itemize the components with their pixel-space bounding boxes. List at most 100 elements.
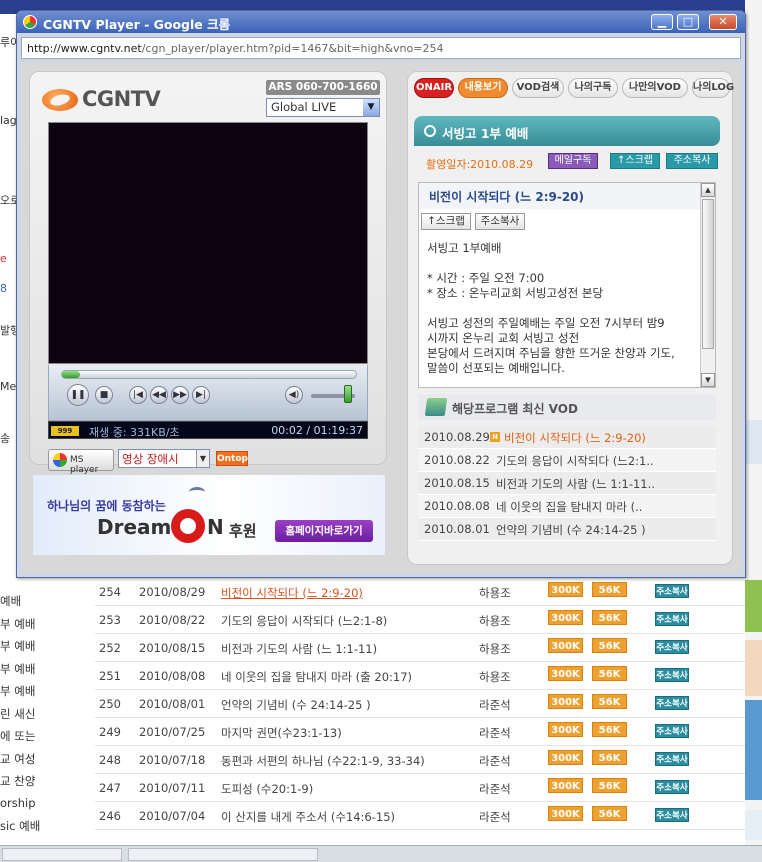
- dream-on-banner[interactable]: 하나님의 꿈에 동참하는 Dream- N 후원 홈페이지바로가기: [33, 475, 385, 555]
- row-title-link[interactable]: 네 이웃의 집을 탐내지 마라 (출 20:17): [221, 669, 412, 685]
- speaker-icon[interactable]: ◀): [285, 386, 303, 404]
- bg-menu-item[interactable]: sic 예배: [0, 815, 90, 838]
- tab-onair[interactable]: ONAIR: [414, 78, 454, 98]
- copy-address-button[interactable]: 주소복사: [655, 668, 689, 682]
- tab-content-view[interactable]: 내용보기: [458, 78, 508, 98]
- maximize-button[interactable]: □: [677, 14, 699, 30]
- vod-list-item[interactable]: 2010.08.29 N 비전이 시작되다 (느 2:9-20): [418, 426, 716, 449]
- vod-list-item[interactable]: 2010.08.01 언약의 기념비 (수 24:14-25 ): [418, 518, 716, 541]
- play-300k-button[interactable]: 300K: [548, 750, 583, 765]
- video-screen[interactable]: [48, 122, 368, 364]
- taskbar-item[interactable]: [2, 848, 122, 861]
- copy-address-button[interactable]: 주소복사: [655, 640, 689, 654]
- row-title-link[interactable]: 기도의 응답이 시작되다 (느2:1-8): [221, 613, 387, 629]
- copy-address-button[interactable]: 주소복사: [666, 153, 718, 169]
- tab-my-vod[interactable]: 나만의VOD: [622, 78, 688, 98]
- scrap-button[interactable]: ↑스크랩: [610, 153, 660, 169]
- row-title-link[interactable]: 동편과 서편의 하나님 (수22:1-9, 33-34): [221, 753, 425, 769]
- play-56k-button[interactable]: 56K: [592, 722, 627, 737]
- chevron-down-icon[interactable]: ▼: [196, 450, 209, 467]
- row-title-link[interactable]: 마지막 권면(수23:1-13): [221, 725, 342, 741]
- description-scrollbar[interactable]: ▲ ▼: [700, 183, 715, 387]
- play-56k-button[interactable]: 56K: [592, 806, 627, 821]
- play-56k-button[interactable]: 56K: [592, 778, 627, 793]
- row-title-link[interactable]: 비전이 시작되다 (느 2:9-20): [221, 585, 363, 601]
- taskbar-item[interactable]: [128, 848, 318, 861]
- ontop-button[interactable]: Ontop: [216, 451, 248, 466]
- ms-player-button[interactable]: MS player: [48, 449, 114, 475]
- channel-select[interactable]: Global LIVE ▼: [266, 98, 380, 117]
- copy-address-button[interactable]: 주소복사: [655, 612, 689, 626]
- pause-button[interactable]: ❚❚: [67, 384, 89, 406]
- play-300k-button[interactable]: 300K: [548, 722, 583, 737]
- bg-menu-item[interactable]: 부 예배: [0, 658, 90, 681]
- cgntv-logo-text: CGNTV: [82, 87, 161, 111]
- play-56k-button[interactable]: 56K: [592, 666, 627, 681]
- bg-menu-item[interactable]: 린 새신: [0, 703, 90, 726]
- bg-menu-item[interactable]: 부 예배: [0, 635, 90, 658]
- vod-list-item[interactable]: 2010.08.15 비전과 기도의 사람 (느 1:1-11..: [418, 472, 716, 495]
- url-host: http://www.cgntv.net: [27, 42, 142, 55]
- rewind-button[interactable]: ◀◀: [150, 386, 168, 404]
- homepage-link-button[interactable]: 홈페이지바로가기: [275, 520, 373, 542]
- tab-my-subscription[interactable]: 나의구독: [568, 78, 618, 98]
- bg-menu-item[interactable]: 교 여성: [0, 748, 90, 771]
- bg-menu-item[interactable]: 에 또는: [0, 725, 90, 748]
- minimize-button[interactable]: ▁: [651, 14, 673, 30]
- sermon-copy-address-button[interactable]: 주소복사: [475, 213, 525, 230]
- bg-menu-item[interactable]: orship: [0, 793, 90, 816]
- sermon-scrap-button[interactable]: ↑스크랩: [421, 213, 471, 230]
- bg-menu-item[interactable]: 예배: [0, 590, 90, 613]
- copy-address-button[interactable]: 주소복사: [655, 808, 689, 822]
- tab-vod-search[interactable]: VOD검색: [512, 78, 564, 98]
- copy-address-button[interactable]: 주소복사: [655, 696, 689, 710]
- scrollbar-thumb[interactable]: [702, 199, 714, 349]
- vod-list-item[interactable]: 2010.08.08 네 이웃의 집을 탐내지 마라 (..: [418, 495, 716, 518]
- play-56k-button[interactable]: 56K: [592, 610, 627, 625]
- copy-address-button[interactable]: 주소복사: [655, 724, 689, 738]
- play-300k-button[interactable]: 300K: [548, 582, 583, 597]
- scroll-up-icon[interactable]: ▲: [701, 183, 715, 197]
- play-300k-button[interactable]: 300K: [548, 806, 583, 821]
- scroll-down-icon[interactable]: ▼: [701, 373, 715, 387]
- seek-bar[interactable]: [61, 370, 357, 379]
- fast-forward-button[interactable]: ▶▶: [171, 386, 189, 404]
- next-button[interactable]: ▶|: [192, 386, 210, 404]
- title-bar[interactable]: CGNTV Player - Google 크롬 ▁ □ ✕: [17, 11, 745, 33]
- copy-address-button[interactable]: 주소복사: [655, 752, 689, 766]
- copy-address-button[interactable]: 주소복사: [655, 584, 689, 598]
- close-button[interactable]: ✕: [709, 14, 737, 30]
- bg-menu-item[interactable]: 부 예배: [0, 613, 90, 636]
- copy-address-button[interactable]: 주소복사: [655, 780, 689, 794]
- play-300k-button[interactable]: 300K: [548, 778, 583, 793]
- row-title-link[interactable]: 도피성 (수20:1-9): [221, 781, 313, 797]
- play-300k-button[interactable]: 300K: [548, 666, 583, 681]
- row-title-link[interactable]: 언약의 기념비 (수 24:14-25 ): [221, 697, 371, 713]
- row-title-link[interactable]: 비전과 기도의 사람 (느 1:1-11): [221, 641, 377, 657]
- play-300k-button[interactable]: 300K: [548, 694, 583, 709]
- row-date: 2010/07/18: [139, 753, 206, 767]
- play-56k-button[interactable]: 56K: [592, 582, 627, 597]
- bg-menu-item[interactable]: 부 예배: [0, 680, 90, 703]
- row-title-link[interactable]: 이 산지를 내게 주소서 (수14:6-15): [221, 809, 395, 825]
- previous-button[interactable]: |◀: [129, 386, 147, 404]
- volume-slider-handle[interactable]: [344, 385, 353, 403]
- play-300k-button[interactable]: 300K: [548, 610, 583, 625]
- chevron-down-icon[interactable]: ▼: [363, 99, 379, 116]
- description-line: 서빙고 1부예배: [427, 241, 502, 255]
- sermon-title: 비전이 시작되다 (느 2:9-20): [429, 190, 585, 204]
- vod-list-item[interactable]: 2010.08.22 기도의 응답이 시작되다 (느2:1..: [418, 449, 716, 472]
- description-line: 말씀이 선포되는 예배입니다.: [427, 361, 565, 375]
- row-date: 2010/08/08: [139, 669, 206, 683]
- bird-icon: [189, 487, 205, 497]
- stop-button[interactable]: ■: [95, 386, 113, 404]
- bg-menu-item[interactable]: 교 찬양: [0, 770, 90, 793]
- play-56k-button[interactable]: 56K: [592, 694, 627, 709]
- tab-my-log[interactable]: 나의LOG: [692, 78, 734, 98]
- mail-subscribe-button[interactable]: 메일구독: [548, 153, 598, 169]
- play-300k-button[interactable]: 300K: [548, 638, 583, 653]
- play-56k-button[interactable]: 56K: [592, 638, 627, 653]
- play-56k-button[interactable]: 56K: [592, 750, 627, 765]
- error-help-select[interactable]: 영상 장애시 ▼: [118, 449, 210, 468]
- address-bar[interactable]: http://www.cgntv.net/cgn_player/player.h…: [21, 37, 741, 59]
